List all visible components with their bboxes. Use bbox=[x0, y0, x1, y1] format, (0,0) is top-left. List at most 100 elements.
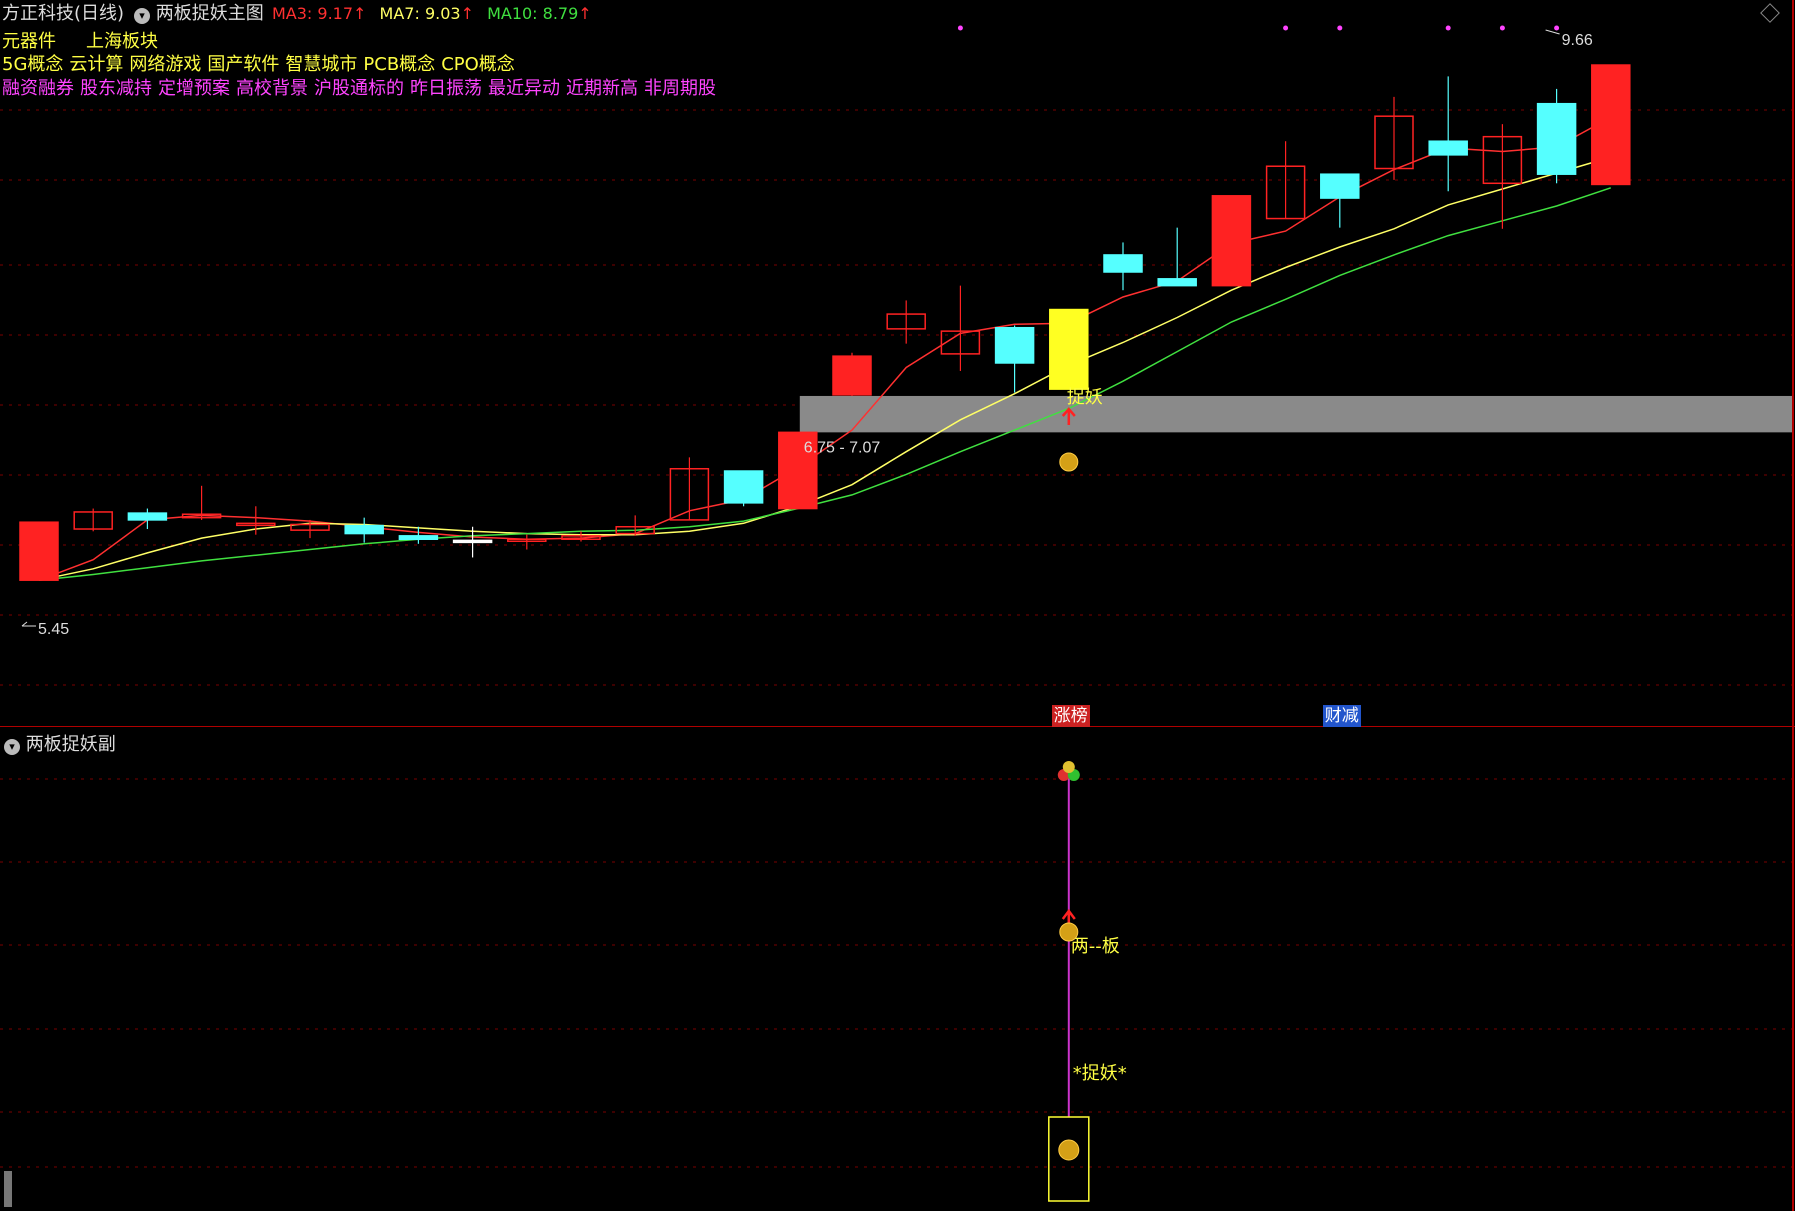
ma10-line bbox=[38, 187, 1612, 581]
tag[interactable]: CPO概念 bbox=[441, 54, 515, 75]
candle-body bbox=[832, 355, 872, 396]
signal-dot bbox=[1337, 25, 1343, 31]
signal-dot bbox=[957, 25, 963, 31]
sub-title[interactable]: ▾ 两板捉妖副 bbox=[4, 730, 116, 756]
tag[interactable]: PCB概念 bbox=[363, 54, 435, 75]
candle-body bbox=[1320, 173, 1360, 199]
ma-readout: MA3: 9.17↑ MA7: 9.03↑ MA10: 8.79↑ bbox=[272, 2, 592, 26]
signal-dot bbox=[1499, 25, 1505, 31]
ma10-arrow-icon: ↑ bbox=[578, 4, 592, 23]
tag[interactable]: 定增预案 bbox=[158, 78, 230, 99]
candle-body bbox=[1428, 140, 1468, 156]
sub-chart-title: 两板捉妖副 bbox=[25, 734, 116, 755]
candle bbox=[344, 517, 384, 543]
ma3-label: MA3: 9.17 bbox=[272, 4, 354, 23]
chevron-down-icon[interactable]: ▾ bbox=[4, 739, 20, 755]
candle-body bbox=[452, 539, 493, 544]
candle bbox=[723, 470, 764, 507]
candle-body bbox=[127, 512, 168, 521]
candle bbox=[1157, 227, 1197, 287]
candle bbox=[19, 521, 59, 581]
ma7-label: MA7: 9.03 bbox=[379, 4, 461, 23]
high-price-label: 9.66 bbox=[1562, 32, 1593, 49]
liangban-label: 两--板 bbox=[1071, 936, 1120, 957]
candle bbox=[1103, 242, 1143, 291]
money-bag-icon bbox=[1059, 922, 1079, 942]
candle bbox=[1482, 124, 1523, 229]
signal-dots bbox=[957, 25, 1560, 31]
candle bbox=[886, 300, 926, 344]
tag[interactable]: 最近异动 bbox=[488, 78, 560, 99]
tag[interactable]: 国产软件 bbox=[207, 54, 279, 75]
sub-grid bbox=[0, 778, 1793, 1168]
zhuoyao-label: *捉妖* bbox=[1073, 1063, 1127, 1084]
event-badge[interactable]: 财减 bbox=[1322, 705, 1361, 727]
candle-body bbox=[1103, 254, 1143, 273]
tag[interactable]: 智慧城市 bbox=[285, 54, 357, 75]
candle-body bbox=[344, 524, 384, 535]
candle bbox=[1536, 88, 1577, 184]
tag[interactable]: 5G概念 bbox=[2, 54, 63, 75]
tag[interactable]: 近期新高 bbox=[566, 78, 638, 99]
candle-body bbox=[1157, 278, 1197, 287]
tag[interactable]: 昨日振荡 bbox=[410, 78, 482, 99]
tags-line-3: 融资融券 股东减持 定增预案 高校背景 沪股通标的 昨日振荡 最近异动 近期新高 非周期股 bbox=[2, 78, 722, 100]
tag[interactable]: 云计算 bbox=[69, 54, 123, 75]
tag[interactable]: 元器件 bbox=[2, 31, 56, 52]
tag[interactable]: 股东减持 bbox=[80, 78, 152, 99]
sub-chart[interactable]: 两--板 *捉妖* bbox=[0, 727, 1795, 1211]
candle-body bbox=[1049, 308, 1089, 390]
signal-dot bbox=[1283, 25, 1289, 31]
sub-signal: 两--板 *捉妖* bbox=[1048, 761, 1127, 1202]
scroll-handle[interactable] bbox=[4, 1171, 12, 1207]
candle-body bbox=[398, 535, 439, 541]
candle bbox=[832, 352, 872, 396]
signal-dot bbox=[1554, 25, 1560, 31]
zone-label: 6.75 - 7.07 bbox=[804, 439, 881, 456]
tag[interactable]: 上海板块 bbox=[86, 31, 158, 52]
tags-line-2: 5G概念 云计算 网络游戏 国产软件 智慧城市 PCB概念 CPO概念 bbox=[2, 54, 521, 76]
candle bbox=[994, 325, 1035, 393]
candle bbox=[73, 508, 113, 532]
candle bbox=[561, 531, 601, 542]
signal-dot bbox=[1445, 25, 1451, 31]
tag[interactable]: 非周期股 bbox=[644, 78, 716, 99]
candle bbox=[507, 534, 547, 550]
tag[interactable]: 沪股通标的 bbox=[314, 78, 404, 99]
indicator-selector[interactable]: ▾ 两板捉妖主图 bbox=[134, 2, 264, 26]
tag[interactable]: 高校背景 bbox=[236, 78, 308, 99]
tag[interactable]: 网络游戏 bbox=[129, 54, 201, 75]
low-arrow-icon bbox=[21, 621, 36, 627]
candle bbox=[1211, 195, 1252, 287]
candle-body bbox=[1591, 64, 1631, 186]
candle bbox=[181, 485, 222, 520]
candle-body bbox=[1536, 102, 1577, 175]
ma3-arrow-icon: ↑ bbox=[353, 4, 367, 23]
candle-body bbox=[994, 326, 1035, 364]
stock-title[interactable]: 方正科技(日线) bbox=[2, 2, 124, 26]
candle-body bbox=[723, 470, 764, 504]
annotations: 6.75 - 7.07 9.66 5.45 捉妖 bbox=[21, 29, 1593, 638]
stock-name: 方正科技(日线) bbox=[2, 3, 125, 24]
ma10-label: MA10: 8.79 bbox=[487, 4, 579, 23]
chevron-down-icon[interactable]: ▾ bbox=[134, 8, 150, 24]
candle bbox=[1049, 308, 1089, 390]
ma7-arrow-icon: ↑ bbox=[460, 4, 474, 23]
cluster-icon bbox=[1062, 761, 1075, 773]
main-chart[interactable]: 6.75 - 7.07 9.66 5.45 捉妖 bbox=[0, 0, 1795, 727]
tag[interactable]: 融资融券 bbox=[2, 78, 74, 99]
money-bag-icon bbox=[1059, 452, 1079, 472]
candle bbox=[669, 457, 710, 521]
candle bbox=[127, 508, 168, 530]
high-arrow-icon bbox=[1545, 29, 1560, 35]
candle bbox=[236, 506, 276, 535]
candle bbox=[615, 515, 655, 536]
candle bbox=[1374, 96, 1414, 180]
candle bbox=[940, 285, 981, 371]
ma7-line bbox=[38, 156, 1612, 581]
candle-body bbox=[1211, 195, 1252, 287]
event-badge[interactable]: 涨榜 bbox=[1051, 705, 1090, 727]
indicator-name: 两板捉妖主图 bbox=[155, 3, 264, 24]
candle-body bbox=[19, 521, 59, 581]
low-price-label: 5.45 bbox=[38, 621, 69, 638]
